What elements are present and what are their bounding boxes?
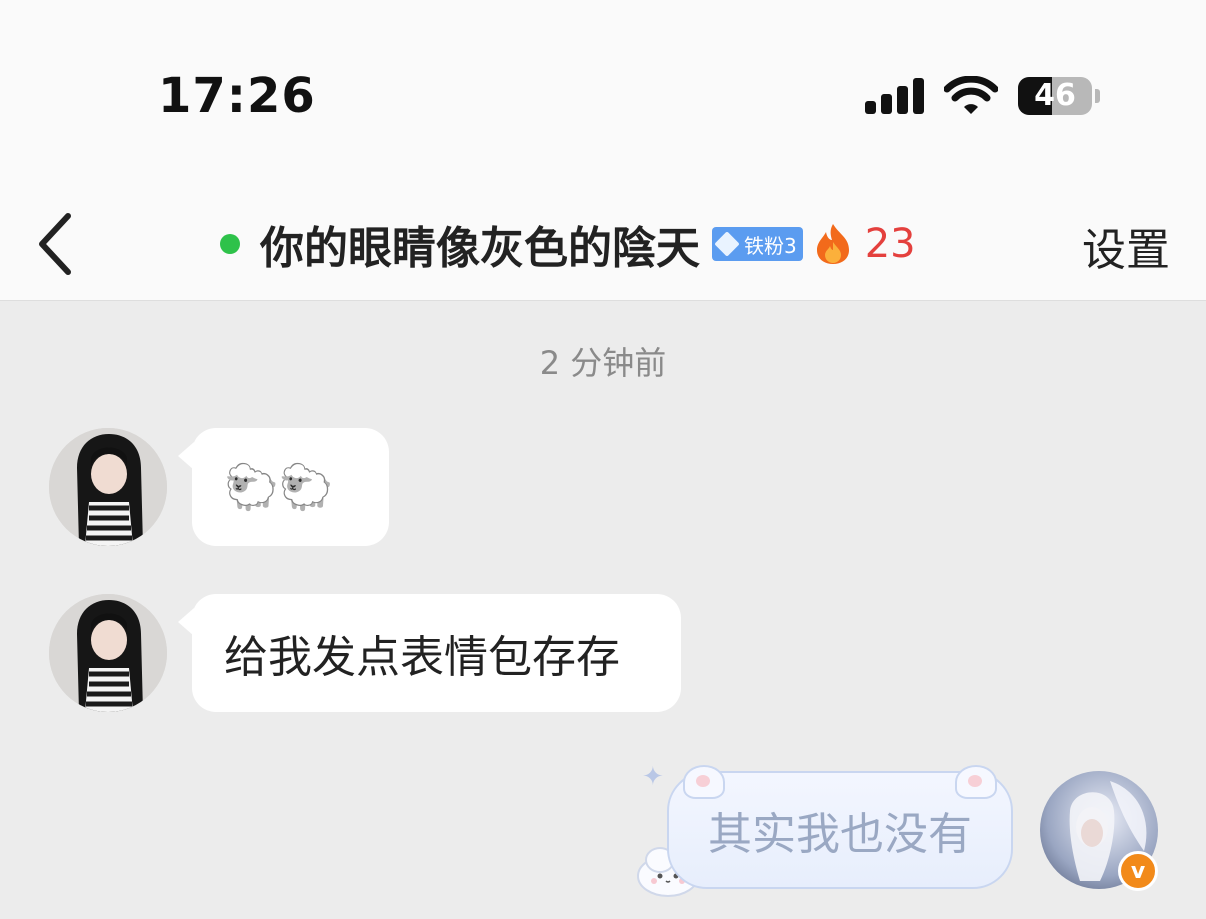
message-text: 其实我也没有 xyxy=(708,809,972,860)
status-bar: 17:26 46 xyxy=(0,0,1206,190)
sparkle-icon: ✦ xyxy=(642,762,664,792)
bubble-ear-decoration xyxy=(683,765,725,799)
wifi-icon xyxy=(944,76,998,114)
avatar-image xyxy=(49,428,167,546)
online-status-dot xyxy=(220,234,240,254)
settings-button[interactable]: 设置 xyxy=(1082,214,1170,278)
streak-count: 23 xyxy=(864,221,916,267)
fan-badge-label: 铁粉3 xyxy=(744,233,797,258)
status-time: 17:26 xyxy=(158,68,316,124)
message-bubble-sent[interactable]: 其实我也没有 xyxy=(667,765,1013,889)
message-bubble-received[interactable]: 给我发点表情包存存 xyxy=(192,594,681,712)
battery-tip xyxy=(1095,89,1100,103)
bubble-ear-decoration xyxy=(955,765,997,799)
battery-icon: 46 xyxy=(1018,77,1092,115)
contact-avatar[interactable] xyxy=(49,594,167,712)
message-bubble-received[interactable]: 🐑🐑 xyxy=(192,428,389,546)
message-text: 🐑🐑 xyxy=(224,462,334,513)
chat-header: 你的眼睛像灰色的陰天 铁粉3 23 设置 xyxy=(0,190,1206,301)
fan-level-badge: 铁粉3 xyxy=(712,227,803,261)
message-text: 给我发点表情包存存 xyxy=(224,632,620,683)
message-timestamp: 2 分钟前 xyxy=(539,344,667,382)
contact-avatar[interactable] xyxy=(49,428,167,546)
back-chevron-icon[interactable] xyxy=(30,208,80,278)
vip-v-icon: v xyxy=(1118,851,1158,891)
chat-title: 你的眼睛像灰色的陰天 xyxy=(260,223,700,274)
diamond-icon xyxy=(714,231,740,257)
avatar-image xyxy=(49,594,167,712)
signal-icon xyxy=(865,78,927,114)
battery-percent: 46 xyxy=(1034,78,1076,113)
chat-title-group[interactable]: 你的眼睛像灰色的陰天 铁粉3 23 xyxy=(220,210,916,278)
fire-icon xyxy=(816,224,849,264)
